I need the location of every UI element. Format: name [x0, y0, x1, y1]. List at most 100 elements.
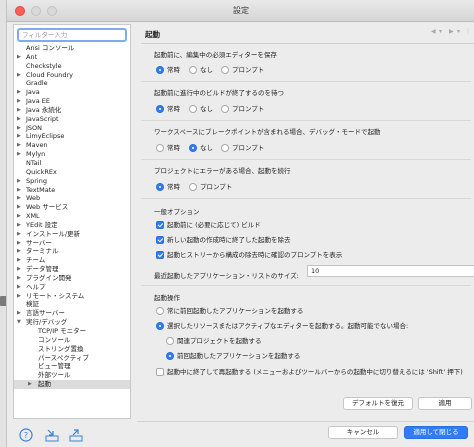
chevron-right-icon[interactable]: ▶ [17, 292, 23, 301]
chevron-right-icon[interactable]: ▶ [17, 97, 23, 106]
tree-item[interactable]: ▶ Web サービス [14, 203, 130, 212]
import-icon[interactable] [45, 428, 59, 442]
chevron-right-icon[interactable]: ▶ [17, 247, 23, 256]
tree-item[interactable]: QuickREx [14, 168, 130, 177]
tree-item[interactable]: ▶ Java [14, 88, 130, 97]
tree-item-label: Java EE [26, 97, 51, 106]
tree-item[interactable]: ▶ Web [14, 194, 130, 203]
tree-item[interactable]: ストリング置換 [14, 345, 130, 354]
tree-item[interactable]: コンソール [14, 336, 130, 345]
tree-item[interactable]: ▶ Cloud Foundry [14, 71, 130, 80]
radio-label: 常時 [167, 183, 180, 191]
chevron-right-icon[interactable]: ▶ [17, 115, 23, 124]
tree-item[interactable]: ▶ JSON [14, 124, 130, 133]
tree-item[interactable]: パースペクティブ [14, 354, 130, 363]
apply-and-close-button[interactable]: 適用して閉じる [404, 426, 468, 439]
chevron-right-icon[interactable]: ▶ [17, 124, 23, 133]
radio-unselected [156, 144, 164, 152]
chevron-right-icon[interactable]: ▶ [17, 177, 23, 186]
tree-item[interactable]: 外部ツール [14, 371, 130, 380]
export-icon[interactable] [69, 428, 83, 442]
chevron-right-icon[interactable]: ▶ [28, 380, 34, 389]
forward-arrow-icon[interactable]: ▶ [449, 28, 454, 35]
chevron-right-icon[interactable]: ▶ [17, 71, 23, 80]
chevron-right-icon[interactable]: ▶ [17, 265, 23, 274]
chevron-right-icon[interactable]: ▶ [17, 239, 23, 248]
tree-item[interactable]: ▶ JavaScript [14, 115, 130, 124]
recent-list-size-input[interactable] [307, 265, 474, 277]
more-icon[interactable]: ⋮ [465, 28, 471, 35]
tree-item[interactable]: ▶ Mylyn [14, 150, 130, 159]
radio-unselected [189, 183, 197, 191]
help-icon[interactable]: ? [19, 428, 33, 442]
tree-item[interactable]: ビュー管理 [14, 362, 130, 371]
tree-item[interactable]: ▼ 実行/デバッグ [14, 318, 130, 327]
chevron-right-icon[interactable]: ▶ [17, 106, 23, 115]
tree-item[interactable]: ▶ Ant [14, 53, 130, 62]
chevron-down-icon[interactable]: ▼ [17, 318, 23, 327]
forward-menu-icon[interactable]: ▾ [457, 28, 460, 35]
footer-divider [137, 421, 474, 422]
tree-item[interactable]: ▶ チーム [14, 256, 130, 265]
tree-item[interactable]: 検証 [14, 300, 130, 309]
tree-item[interactable]: ▶ インストール/更新 [14, 230, 130, 239]
tree-item[interactable]: Ansi コンソール [14, 44, 130, 53]
tree-item[interactable]: ▶ LimyEclipse [14, 132, 130, 141]
tree-item-label: ターミナル [26, 247, 59, 256]
chevron-right-icon[interactable]: ▶ [17, 230, 23, 239]
back-arrow-icon[interactable]: ◀ [431, 28, 436, 35]
preferences-window: 設定 Ansi コンソール▶AntCheckstyle▶Cloud Foundr… [6, 0, 474, 447]
tree-item-label: Checkstyle [26, 61, 62, 70]
tree-item[interactable]: ▶ 起動 [14, 380, 130, 389]
chevron-right-icon[interactable]: ▶ [17, 186, 23, 195]
tree-item[interactable]: Gradle [14, 79, 130, 88]
chevron-right-icon[interactable]: ▶ [17, 194, 23, 203]
tree-item[interactable]: NTail [14, 159, 130, 168]
tree-item[interactable]: ▶ YEdit 設定 [14, 221, 130, 230]
filter-input[interactable] [17, 28, 127, 42]
tree-item[interactable]: ▶ XML [14, 212, 130, 221]
tree-item[interactable]: TCP/IP モニター [14, 327, 130, 336]
chevron-right-icon[interactable]: ▶ [17, 203, 23, 212]
tree-item[interactable]: Checkstyle [14, 62, 130, 71]
tree-item[interactable]: ▶ ターミナル [14, 247, 130, 256]
tree-item[interactable]: ▶ 言語サーバー [14, 309, 130, 318]
group-divider [141, 81, 471, 82]
tree-item-label: 外部ツール [38, 371, 71, 380]
tree-item[interactable]: ▶ ヘルプ [14, 283, 130, 292]
checkbox-checked [156, 236, 164, 244]
preferences-tree: Ansi コンソール ▶ Ant Checkstyle ▶ Cloud Foundry Gr… [14, 44, 130, 389]
chevron-right-icon[interactable]: ▶ [17, 256, 23, 265]
tree-item-label: Cloud Foundry [26, 70, 74, 79]
chevron-right-icon[interactable]: ▶ [17, 53, 23, 62]
checkbox-label: 起動前に (必要に応じて) ビルド [167, 221, 261, 229]
cancel-button[interactable]: キャンセル [328, 426, 398, 439]
tree-item-label: YEdit 設定 [26, 220, 58, 229]
chevron-right-icon[interactable]: ▶ [17, 88, 23, 97]
chevron-right-icon[interactable]: ▶ [17, 309, 23, 318]
chevron-right-icon[interactable]: ▶ [17, 283, 23, 292]
radio-selected [156, 105, 164, 113]
tree-item[interactable]: ▶ Java 永続化 [14, 106, 130, 115]
chevron-right-icon[interactable]: ▶ [17, 132, 23, 141]
history-nav: ◀ ▾ ▶ ▾ ⋮ [431, 28, 471, 38]
chevron-right-icon[interactable]: ▶ [17, 150, 23, 159]
chevron-right-icon[interactable]: ▶ [17, 221, 23, 230]
tree-item[interactable]: ▶ データ管理 [14, 265, 130, 274]
back-menu-icon[interactable]: ▾ [439, 28, 442, 35]
tree-item[interactable]: ▶ Spring [14, 177, 130, 186]
tree-item[interactable]: ▶ プラグイン開発 [14, 274, 130, 283]
checkbox-checked [156, 251, 164, 259]
tree-item[interactable]: ▶ Maven [14, 141, 130, 150]
tree-item[interactable]: ▶ TextMate [14, 186, 130, 195]
restore-defaults-button[interactable]: デフォルトを復元 [343, 397, 413, 410]
tree-item[interactable]: ▶ Java EE [14, 97, 130, 106]
apply-button[interactable]: 適用 [418, 397, 472, 410]
tree-item-label: 実行/デバッグ [26, 318, 68, 327]
tree-item-label: ビュー管理 [38, 362, 71, 371]
chevron-right-icon[interactable]: ▶ [17, 141, 23, 150]
radio-label: なし [200, 105, 213, 113]
checkbox-unchecked [156, 368, 164, 376]
chevron-right-icon[interactable]: ▶ [17, 212, 23, 221]
chevron-right-icon[interactable]: ▶ [17, 274, 23, 283]
